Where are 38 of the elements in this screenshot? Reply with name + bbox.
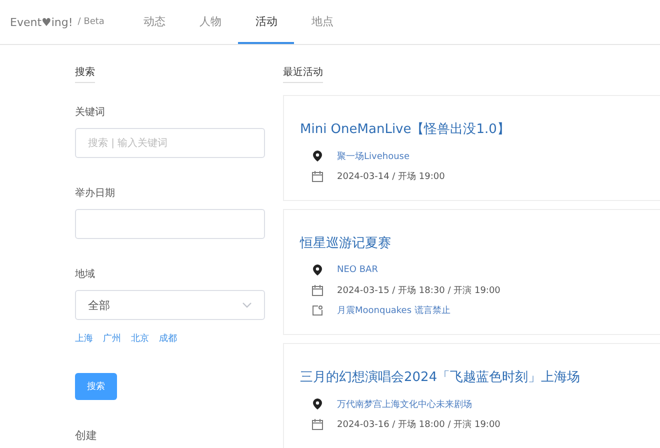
calendar-icon xyxy=(312,284,323,296)
keyword-label: 关键词 xyxy=(75,106,106,119)
event-title-link[interactable]: 三月的幻想演唱会2024「飞越蓝色时刻」上海场 xyxy=(300,368,660,386)
section-heading: 搜索 xyxy=(75,65,95,83)
calendar-icon xyxy=(312,170,323,182)
map-pin-icon xyxy=(312,398,323,410)
event-date: 2024-03-14 / 开场 19:00 xyxy=(337,170,445,182)
date-label: 举办日期 xyxy=(75,186,116,200)
beta-label: / Beta xyxy=(78,17,104,27)
venue-link[interactable]: 聚一场Livehouse xyxy=(337,150,410,162)
keyword-input-field[interactable]: 搜索 | 输入关键词 xyxy=(75,128,265,158)
city-link[interactable]: 上海 xyxy=(75,332,93,345)
chevron-down-icon xyxy=(242,302,252,308)
city-link[interactable]: 北京 xyxy=(131,332,149,345)
nav-tab[interactable]: 人物 xyxy=(182,0,238,44)
calendar-icon xyxy=(312,418,323,430)
artist-link[interactable]: 月震Moonquakes 谎言禁止 xyxy=(337,304,450,316)
city-link[interactable]: 广州 xyxy=(103,332,121,345)
event-date: 2024-03-16 / 开场 18:00 / 开演 19:00 xyxy=(337,418,500,430)
map-pin-icon xyxy=(312,150,323,162)
region-label: 地域 xyxy=(75,268,96,281)
venue-link[interactable]: NEO BAR xyxy=(337,265,378,275)
event-date: 2024-03-15 / 开场 18:30 / 开演 19:00 xyxy=(337,284,500,296)
create-heading: 创建 xyxy=(75,428,98,443)
venue-link[interactable]: 万代南梦宫上海文化中心未来剧场 xyxy=(337,398,472,410)
event-title-link[interactable]: Mini OneManLive【怪兽出没1.0】 xyxy=(300,120,660,138)
nav-tab[interactable]: 活动 xyxy=(238,0,294,44)
city-link[interactable]: 成都 xyxy=(159,332,177,345)
date-input-field[interactable] xyxy=(75,209,265,239)
nav-tab[interactable]: 地点 xyxy=(294,0,350,44)
map-pin-icon xyxy=(312,264,323,276)
event-title-link[interactable]: 恒星巡游记夏赛 xyxy=(300,234,660,252)
region-select[interactable]: 全部 xyxy=(75,290,265,320)
section-heading: 最近活动 xyxy=(283,65,323,83)
brand-logo[interactable]: Event♥ing! xyxy=(10,16,73,28)
tag-icon xyxy=(312,304,323,316)
nav-tab[interactable]: 动态 xyxy=(126,0,182,44)
search-button[interactable]: 搜索 xyxy=(75,373,117,400)
